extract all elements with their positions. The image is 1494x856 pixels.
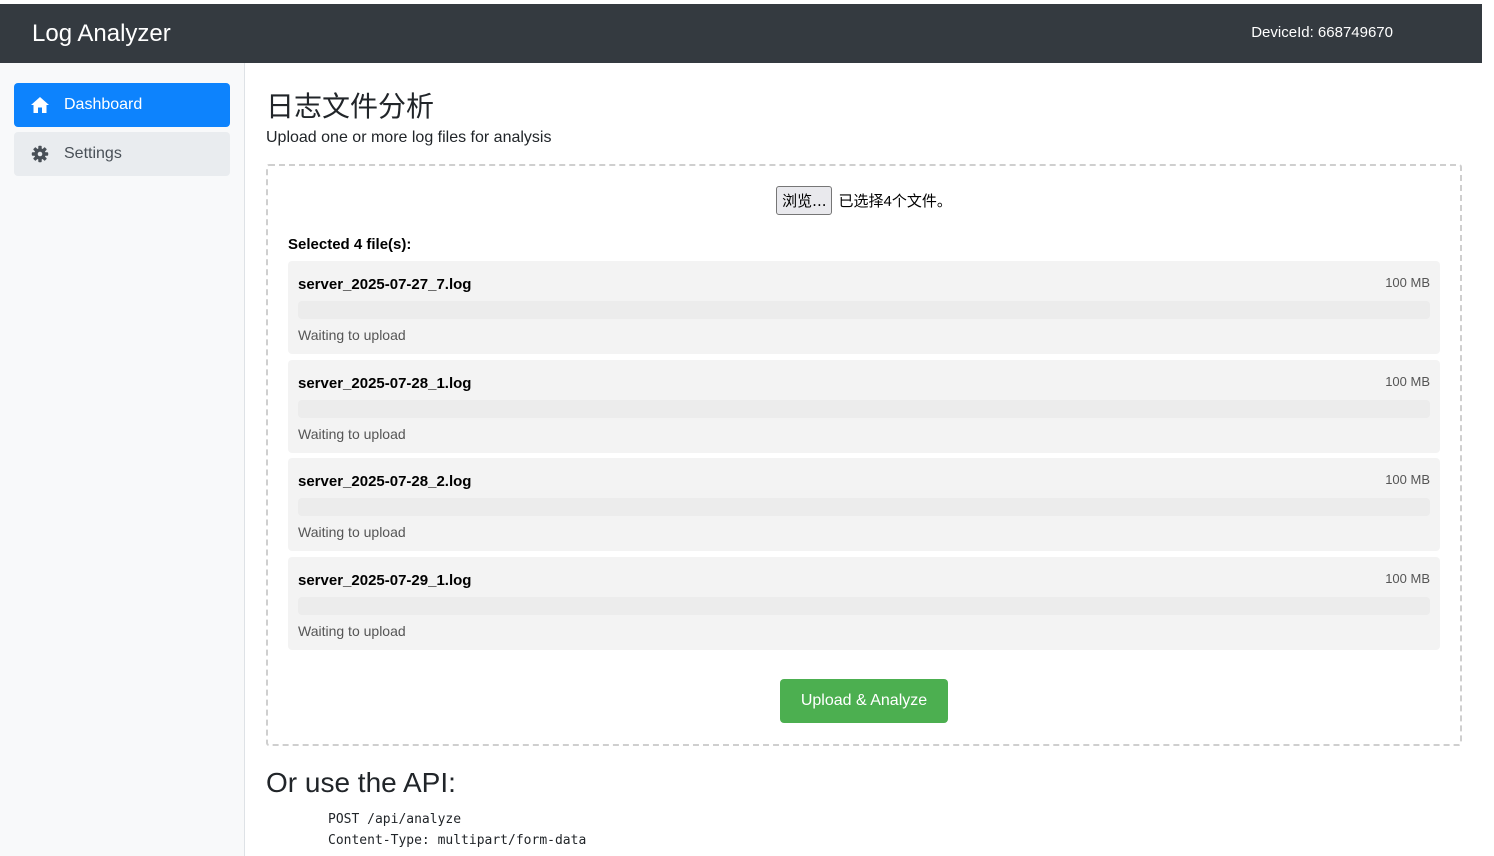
file-status: Waiting to upload xyxy=(298,623,406,639)
right-strip xyxy=(1482,0,1494,856)
file-name: server_2025-07-27_7.log xyxy=(298,276,472,293)
upload-progress-bar xyxy=(298,400,1430,418)
upload-progress-bar xyxy=(298,498,1430,516)
file-size: 100 MB xyxy=(1385,275,1430,290)
api-code-line: Content-Type: multipart/form-data xyxy=(328,833,587,848)
sidebar-item-label: Dashboard xyxy=(64,96,143,113)
file-status: Waiting to upload xyxy=(298,426,406,442)
file-name: server_2025-07-28_1.log xyxy=(298,375,472,392)
selected-files-label: Selected 4 file(s): xyxy=(288,236,412,253)
sidebar-item-settings[interactable]: Settings xyxy=(14,132,230,176)
file-card: server_2025-07-28_2.log 100 MB Waiting t… xyxy=(288,458,1440,551)
file-input-status: 已选择4个文件。 xyxy=(838,193,952,210)
upload-progress-bar xyxy=(298,301,1430,319)
brand-title[interactable]: Log Analyzer xyxy=(32,20,171,48)
file-card: server_2025-07-29_1.log 100 MB Waiting t… xyxy=(288,557,1440,650)
sidebar: Dashboard Settings xyxy=(0,63,245,856)
browse-button[interactable]: 浏览... xyxy=(776,186,833,215)
home-icon xyxy=(30,95,50,115)
file-input-row: 浏览... 已选择4个文件。 xyxy=(268,186,1460,215)
upload-analyze-button[interactable]: Upload & Analyze xyxy=(780,679,948,723)
file-name: server_2025-07-29_1.log xyxy=(298,572,472,589)
file-status: Waiting to upload xyxy=(298,524,406,540)
file-card: server_2025-07-27_7.log 100 MB Waiting t… xyxy=(288,261,1440,354)
navbar: Log Analyzer DeviceId: 668749670 xyxy=(0,4,1482,63)
api-code-block: POST /api/analyze Content-Type: multipart… xyxy=(328,809,586,851)
file-size: 100 MB xyxy=(1385,374,1430,389)
sidebar-item-label: Settings xyxy=(64,145,122,162)
file-card: server_2025-07-28_1.log 100 MB Waiting t… xyxy=(288,360,1440,453)
page-title: 日志文件分析 xyxy=(266,91,435,122)
file-size: 100 MB xyxy=(1385,472,1430,487)
device-id: DeviceId: 668749670 xyxy=(1251,24,1393,41)
gear-icon xyxy=(30,144,50,164)
page-subtitle: Upload one or more log files for analysi… xyxy=(266,129,552,146)
file-name: server_2025-07-28_2.log xyxy=(298,473,472,490)
file-size: 100 MB xyxy=(1385,571,1430,586)
api-code-line: POST /api/analyze xyxy=(328,812,462,827)
upload-dropzone[interactable]: 浏览... 已选择4个文件。 Selected 4 file(s): serve… xyxy=(266,164,1462,746)
api-section-title: Or use the API: xyxy=(266,767,456,798)
upload-progress-bar xyxy=(298,597,1430,615)
file-status: Waiting to upload xyxy=(298,327,406,343)
sidebar-item-dashboard[interactable]: Dashboard xyxy=(14,83,230,127)
